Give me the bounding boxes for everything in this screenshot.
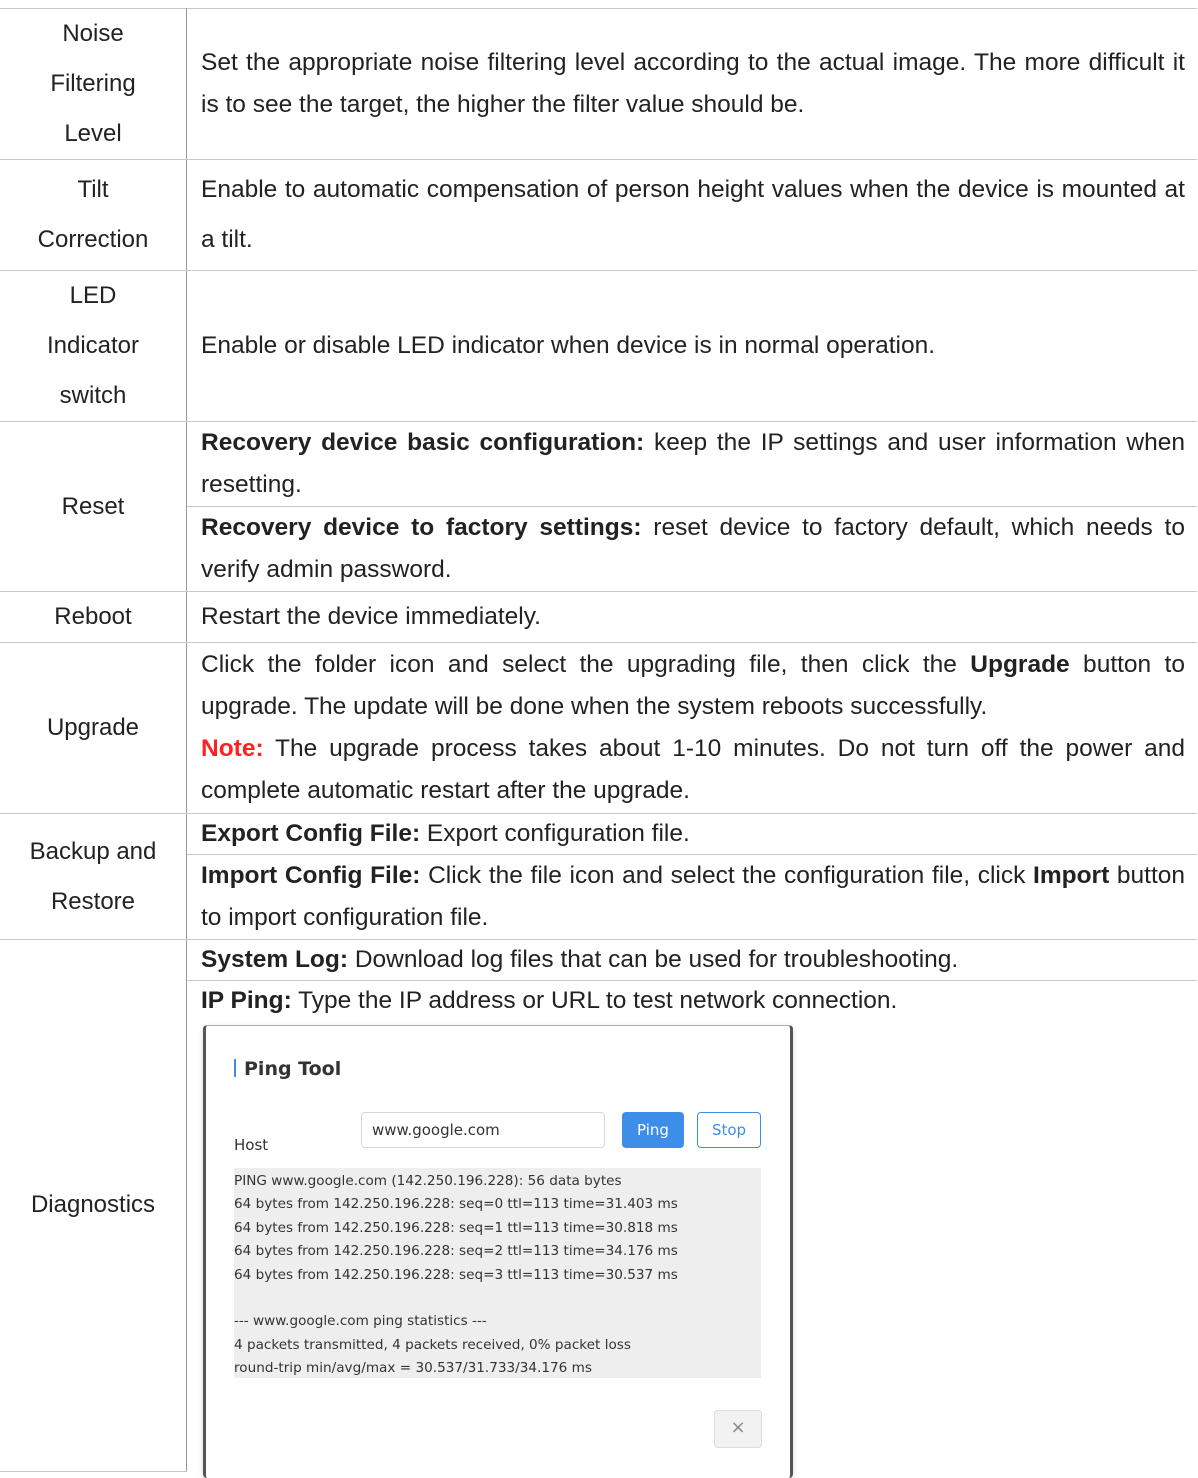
param-label: Diagnostics <box>30 1191 156 1219</box>
dialog-title-text: Ping Tool <box>244 1058 342 1080</box>
option-label: Recovery device basic configuration: <box>201 429 645 456</box>
desc-cell: Enable to automatic compensation of pers… <box>186 159 1197 271</box>
ping-tool-screenshot: Ping Tool Host Ping Stop PING www.google… <box>201 1025 1185 1478</box>
param-label: Noise <box>62 20 124 47</box>
param-label: Reset <box>61 492 125 520</box>
param-cell: Tilt Correction <box>0 159 187 271</box>
host-input[interactable] <box>361 1112 605 1148</box>
table-row: LED Indicator switch Enable or disable L… <box>0 270 1197 422</box>
parameter-table: Noise Filtering Level Set the appropriat… <box>0 8 1197 1478</box>
param-cell: LED Indicator switch <box>0 270 187 422</box>
ping-output-area: PING www.google.com (142.250.196.228): 5… <box>234 1168 761 1378</box>
param-cell: Backup and Restore <box>0 813 187 940</box>
ping-output-line: 64 bytes from 142.250.196.228: seq=1 ttl… <box>234 1219 678 1236</box>
ping-tool-dialog: Ping Tool Host Ping Stop PING www.google… <box>203 1025 793 1478</box>
host-label: Host <box>234 1136 269 1154</box>
description-text: Enable or disable LED indicator when dev… <box>201 332 936 359</box>
param-label: Backup and <box>29 837 157 865</box>
note-label: Note: <box>201 735 264 762</box>
desc-cell: Recovery device to factory settings: res… <box>186 506 1197 592</box>
ping-output-line: 64 bytes from 142.250.196.228: seq=0 ttl… <box>234 1196 678 1213</box>
desc-cell: Import Config File: Click the file icon … <box>186 854 1197 940</box>
param-cell: Diagnostics <box>0 939 187 1472</box>
ping-output-line: 64 bytes from 142.250.196.228: seq=3 ttl… <box>234 1266 678 1283</box>
param-label: Upgrade <box>46 714 140 741</box>
import-keyword: Import <box>1033 862 1110 889</box>
ping-output-line: --- www.google.com ping statistics --- <box>234 1313 487 1330</box>
option-label: IP Ping: <box>201 987 292 1014</box>
note-text: The upgrade process takes about 1-10 min… <box>201 735 1185 804</box>
title-accent-bar <box>234 1059 236 1077</box>
table-row: Reboot Restart the device immediately. <box>0 591 1197 643</box>
param-label: Reboot <box>54 603 132 630</box>
option-label: Recovery device to factory settings: <box>201 514 642 541</box>
desc-cell: Click the folder icon and select the upg… <box>186 642 1197 814</box>
desc-cell: Export Config File: Export configuration… <box>186 813 1197 855</box>
description-text: Download log files that can be used for … <box>348 946 959 973</box>
param-label: Restore <box>50 887 136 915</box>
desc-cell: System Log: Download log files that can … <box>186 939 1197 981</box>
table-row: Diagnostics System Log: Download log fil… <box>0 939 1197 1472</box>
description-text: Type the IP address or URL to test netwo… <box>291 987 898 1014</box>
stop-button[interactable]: Stop <box>697 1112 761 1148</box>
param-label: Filtering <box>50 70 136 97</box>
param-cell: Upgrade <box>0 642 187 814</box>
ping-button[interactable]: Ping <box>622 1112 684 1148</box>
param-label: Correction <box>37 226 149 253</box>
description-text: Click the folder icon and select the upg… <box>201 651 971 678</box>
table-row: Upgrade Click the folder icon and select… <box>0 642 1197 814</box>
ping-output-line: 64 bytes from 142.250.196.228: seq=2 ttl… <box>234 1243 678 1260</box>
table-row: Noise Filtering Level Set the appropriat… <box>0 8 1197 160</box>
option-label: Import Config File: <box>201 862 421 889</box>
dialog-title: Ping Tool <box>234 1056 341 1082</box>
table-row: Reset Recovery device basic configuratio… <box>0 421 1197 592</box>
description-text: Click the file icon and select the confi… <box>420 862 1034 889</box>
param-label: Indicator <box>46 332 140 359</box>
option-label: Export Config File: <box>201 820 421 847</box>
ping-output-line: PING www.google.com (142.250.196.228): 5… <box>234 1173 622 1189</box>
description-text: Enable to automatic compensation of pers… <box>201 176 1185 253</box>
desc-cell: Set the appropriate noise filtering leve… <box>186 8 1197 160</box>
table-row: Tilt Correction Enable to automatic comp… <box>0 159 1197 271</box>
description-text: Export configuration file. <box>420 820 690 847</box>
description-text: Restart the device immediately. <box>201 603 541 630</box>
ping-output-line: round-trip min/avg/max = 30.537/31.733/3… <box>234 1360 592 1377</box>
table-row: Backup and Restore Export Config File: E… <box>0 813 1197 940</box>
param-cell: Reset <box>0 421 187 592</box>
upgrade-keyword: Upgrade <box>970 651 1070 678</box>
option-label: System Log: <box>201 946 349 973</box>
param-label: LED <box>69 282 117 309</box>
description-text: Set the appropriate noise filtering leve… <box>201 49 1185 118</box>
ping-output-line: 4 packets transmitted, 4 packets receive… <box>234 1336 631 1353</box>
desc-cell: Recovery device basic configuration: kee… <box>186 421 1197 507</box>
param-label: switch <box>59 382 127 409</box>
desc-cell: Restart the device immediately. <box>186 591 1197 643</box>
param-label: Level <box>64 120 122 147</box>
param-label: Tilt <box>77 176 109 203</box>
param-cell: Reboot <box>0 591 187 643</box>
param-cell: Noise Filtering Level <box>0 8 187 160</box>
close-button[interactable]: × <box>714 1410 762 1448</box>
desc-cell: IP Ping: Type the IP address or URL to t… <box>186 980 1197 1478</box>
desc-cell: Enable or disable LED indicator when dev… <box>186 270 1197 422</box>
ping-output-line <box>234 1287 761 1310</box>
